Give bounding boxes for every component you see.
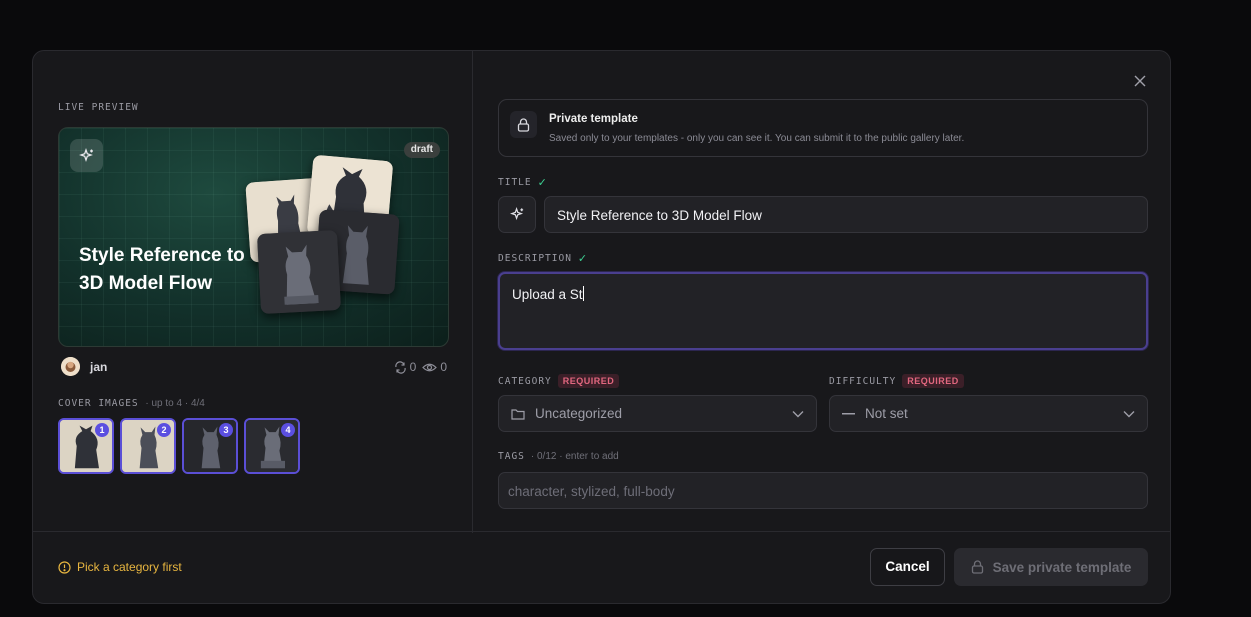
category-select[interactable]: Uncategorized bbox=[498, 395, 817, 432]
thumb-index: 1 bbox=[95, 423, 109, 437]
save-private-template-button[interactable]: Save private template bbox=[954, 548, 1148, 586]
lock-icon bbox=[510, 111, 537, 138]
view-stat: 0 bbox=[422, 360, 447, 374]
dash-icon bbox=[842, 412, 855, 414]
difficulty-select[interactable]: Not set bbox=[829, 395, 1148, 432]
view-count: 0 bbox=[440, 360, 447, 374]
preview-card: draft Style Reference to 3D Model Flow bbox=[58, 127, 449, 347]
preview-pane: LIVE PREVIEW draft Style Reference to 3D… bbox=[33, 51, 473, 533]
sparkle-icon bbox=[509, 207, 523, 221]
avatar bbox=[61, 357, 80, 376]
close-icon[interactable] bbox=[1132, 73, 1148, 89]
stats: 0 0 bbox=[394, 360, 447, 374]
required-badge: REQUIRED bbox=[557, 374, 620, 388]
description-text: Upload a St bbox=[512, 287, 583, 302]
author-name: jan bbox=[90, 360, 108, 374]
chevron-down-icon bbox=[792, 410, 804, 417]
live-preview-label: LIVE PREVIEW bbox=[58, 102, 139, 113]
tags-count: · 0/12 · enter to add bbox=[530, 451, 619, 462]
warning-text: Pick a category first bbox=[77, 560, 182, 574]
sparkle-icon bbox=[70, 139, 103, 172]
preview-card-image bbox=[256, 229, 342, 315]
remix-stat: 0 bbox=[394, 360, 417, 374]
thumb-index: 3 bbox=[219, 423, 233, 437]
thumb-index: 4 bbox=[281, 423, 295, 437]
remix-count: 0 bbox=[409, 360, 417, 374]
tags-label: TAGS · 0/12 · enter to add bbox=[498, 451, 619, 462]
template-modal: LIVE PREVIEW draft Style Reference to 3D… bbox=[32, 50, 1171, 604]
lock-icon bbox=[971, 560, 983, 574]
eye-icon bbox=[422, 363, 438, 371]
difficulty-value: Not set bbox=[865, 406, 908, 421]
cover-thumb[interactable]: 3 bbox=[182, 418, 238, 474]
form-pane: Private template Saved only to your temp… bbox=[474, 51, 1170, 533]
chevron-down-icon bbox=[1123, 410, 1135, 417]
title-input[interactable]: Style Reference to 3D Model Flow bbox=[544, 196, 1148, 233]
cover-thumb[interactable]: 2 bbox=[120, 418, 176, 474]
cover-images-label: COVER IMAGES · up to 4 · 4/4 bbox=[58, 398, 205, 409]
difficulty-label: DIFFICULTY REQUIRED bbox=[829, 374, 964, 388]
title-label: TITLE ✓ bbox=[498, 176, 548, 189]
folder-icon bbox=[511, 408, 525, 420]
check-icon: ✓ bbox=[537, 176, 548, 189]
author-row: jan 0 0 bbox=[61, 356, 447, 378]
private-template-notice: Private template Saved only to your temp… bbox=[498, 99, 1148, 157]
modal-footer: Pick a category first Cancel Save privat… bbox=[33, 531, 1170, 603]
remix-icon bbox=[394, 360, 406, 374]
required-badge: REQUIRED bbox=[902, 374, 964, 388]
check-icon: ✓ bbox=[577, 252, 589, 265]
private-description: Saved only to your templates - only you … bbox=[549, 133, 965, 144]
warning-icon bbox=[58, 560, 71, 574]
category-warning: Pick a category first bbox=[58, 560, 182, 574]
description-label: DESCRIPTION ✓ bbox=[498, 252, 589, 265]
category-value: Uncategorized bbox=[535, 406, 623, 421]
generate-title-button[interactable] bbox=[498, 196, 536, 233]
tags-input[interactable]: character, stylized, full-body bbox=[498, 472, 1148, 509]
preview-title: Style Reference to 3D Model Flow bbox=[79, 245, 245, 294]
cancel-button[interactable]: Cancel bbox=[870, 548, 945, 586]
text-caret bbox=[582, 286, 584, 301]
draft-badge: draft bbox=[403, 142, 440, 158]
cover-thumb[interactable]: 1 bbox=[58, 418, 114, 474]
cover-thumb[interactable]: 4 bbox=[244, 418, 300, 474]
save-label: Save private template bbox=[992, 559, 1132, 575]
thumb-index: 2 bbox=[157, 423, 171, 437]
cover-thumbs: 1 2 3 4 bbox=[58, 418, 300, 474]
category-label: CATEGORY REQUIRED bbox=[498, 374, 620, 388]
cover-images-count: · up to 4 · 4/4 bbox=[145, 398, 205, 409]
description-input[interactable]: Upload a St bbox=[498, 272, 1148, 350]
private-title: Private template bbox=[549, 113, 638, 125]
